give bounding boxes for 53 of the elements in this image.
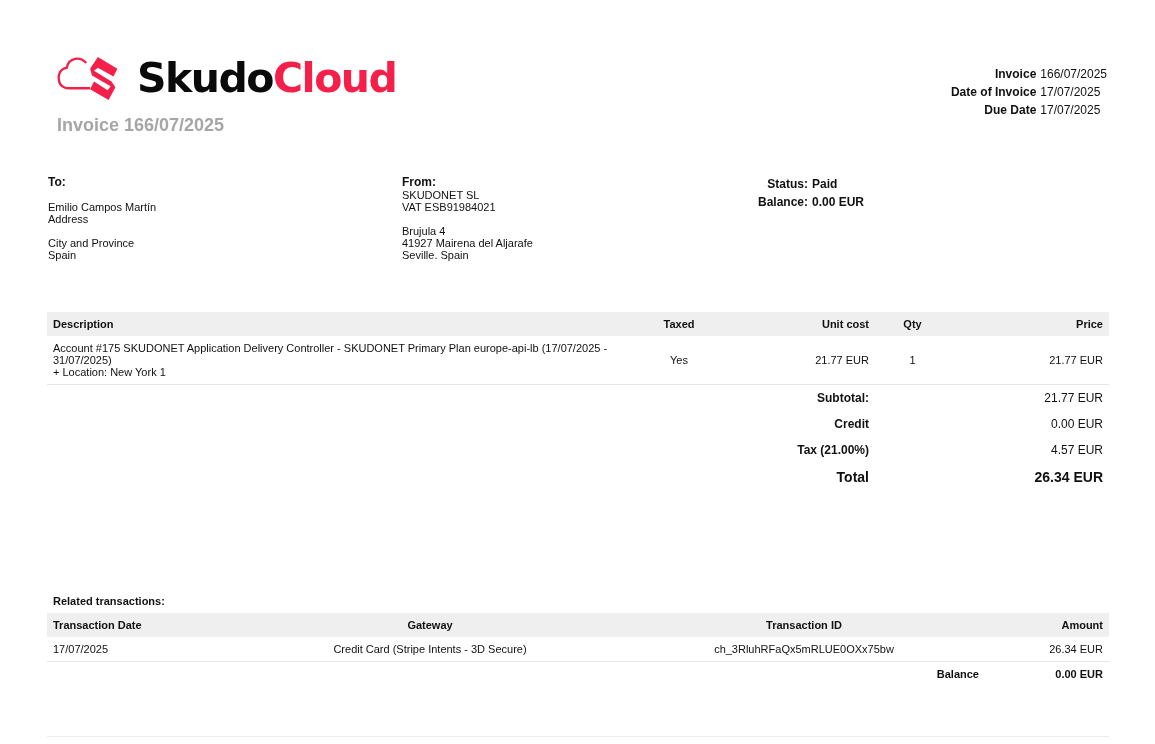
address-line: Seville. Spain	[402, 249, 470, 261]
status-label: Status:	[766, 177, 808, 191]
description-text: + Location: New York 1	[53, 366, 167, 378]
meta-label: Due Date	[983, 103, 1037, 117]
description-text: Account #175 SKUDONET Application Delivery Controller - SKUDONET Primary Plan europe-api-lb (17/07/2025 - 31/07/2025)	[53, 342, 609, 366]
table-cell-text: 1	[908, 354, 917, 366]
column-header: Amount	[1060, 619, 1104, 631]
total-value: 0.00 EUR	[1049, 417, 1104, 431]
table-cell-text: Yes	[669, 354, 689, 366]
status-value: 0.00 EUR	[812, 195, 865, 209]
column-header: Qty	[902, 318, 923, 330]
total-label: Total	[835, 469, 870, 485]
status-label: Balance:	[758, 195, 808, 209]
address-line: Spain	[48, 249, 78, 261]
address-line: City and Province	[48, 237, 136, 249]
column-header: Transaction Date	[52, 619, 143, 631]
meta-label: Date of Invoice	[949, 85, 1037, 99]
column-header: Transaction ID	[765, 619, 843, 631]
meta-label: Invoice	[993, 67, 1037, 81]
total-value: 4.57 EUR	[1049, 443, 1104, 457]
table-cell-text: 26.34 EUR	[1048, 643, 1104, 655]
address-line: VAT ESB91984021	[402, 201, 497, 213]
total-label: Tax (21.00%)	[796, 443, 870, 457]
balance-label: Balance	[935, 668, 980, 680]
column-header: Unit cost	[820, 318, 870, 330]
status-value: Paid	[812, 177, 839, 191]
meta-value: 17/07/2025	[1040, 85, 1102, 99]
meta-value: 166/07/2025	[1040, 67, 1109, 81]
table-cell-text: Credit Card (Stripe Intents - 3D Secure)	[332, 643, 528, 655]
table-cell-text: 17/07/2025	[52, 643, 110, 655]
logo-wordmark: SkudoCloud	[137, 53, 397, 103]
address-line: Brujula 4	[402, 225, 447, 237]
table-cell-text: ch_3RluhRFaQx5mRLUE0OXx75bw	[713, 643, 895, 655]
total-label: Credit	[833, 417, 870, 431]
total-value: 21.77 EUR	[1043, 391, 1104, 405]
invoice-title: Invoice 166/07/2025	[57, 115, 226, 136]
table-cell-text: 21.77 EUR	[1048, 354, 1104, 366]
column-header: Description	[52, 318, 115, 330]
column-header: Gateway	[406, 619, 454, 631]
balance-value: 0.00 EUR	[1054, 668, 1104, 680]
from-heading: From:	[402, 175, 437, 189]
table-cell-text: 21.77 EUR	[814, 354, 870, 366]
column-header: Price	[1075, 318, 1104, 330]
address-line: SKUDONET SL	[402, 189, 481, 201]
meta-value: 17/07/2025	[1040, 103, 1102, 117]
address-line: Emilio Campos Martín	[48, 201, 158, 213]
address-line: Address	[48, 213, 90, 225]
column-header: Taxed	[662, 318, 696, 330]
section-heading: Related transactions:	[52, 595, 166, 609]
total-label: Subtotal:	[816, 391, 870, 405]
address-line: 41927 Mairena del Aljarafe	[402, 237, 534, 249]
total-value: 26.34 EUR	[1033, 469, 1104, 485]
to-heading: To:	[48, 175, 67, 189]
